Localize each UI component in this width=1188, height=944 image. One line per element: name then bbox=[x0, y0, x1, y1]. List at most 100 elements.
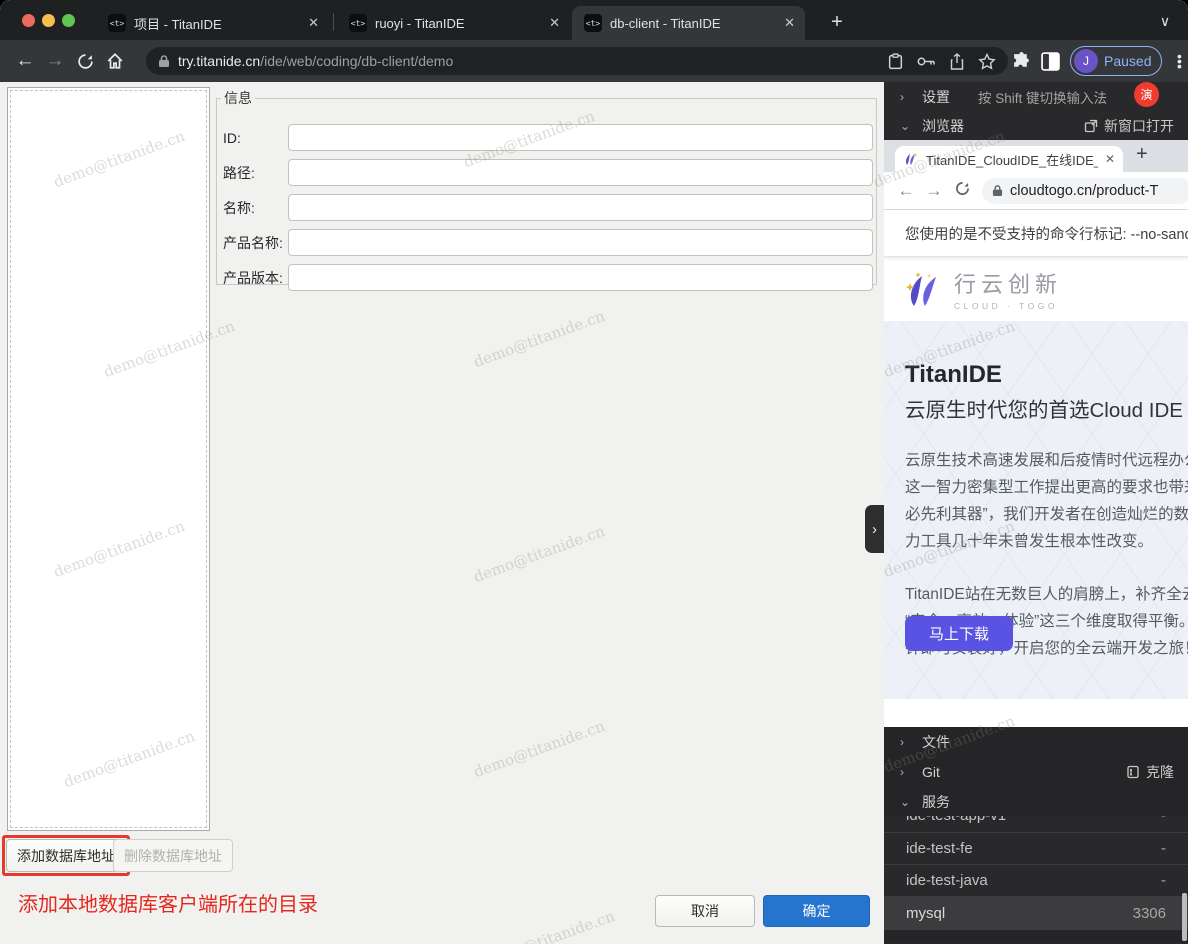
inner-back-button[interactable]: ← bbox=[892, 181, 920, 201]
password-key-icon[interactable] bbox=[917, 56, 936, 67]
chevron-down-icon: ⌄ bbox=[900, 795, 922, 809]
tab-title: 项目 - TitanIDE bbox=[134, 14, 300, 33]
browser-menu-icon[interactable]: ••• bbox=[1172, 54, 1186, 69]
git-clone-icon bbox=[1126, 765, 1140, 779]
browser-toolbar: ← → try.titanide.cn/ide/web/coding/db-cl… bbox=[0, 40, 1188, 82]
files-section-header[interactable]: › 文件 bbox=[884, 727, 1188, 757]
back-button[interactable]: ← bbox=[10, 46, 40, 76]
hero-title: TitanIDE bbox=[905, 361, 1188, 389]
name-input[interactable] bbox=[288, 194, 873, 221]
database-address-list[interactable] bbox=[7, 87, 210, 831]
service-port: - bbox=[1161, 840, 1166, 857]
sidebar-collapse-handle[interactable]: › bbox=[865, 505, 884, 553]
tab-close-icon[interactable]: ✕ bbox=[308, 15, 319, 31]
logo-cn-text: 行云创新 bbox=[954, 267, 1062, 299]
service-name: ide-test-app-v1 bbox=[906, 816, 1006, 824]
inner-browser-tabstrip: TitanIDE_CloudIDE_在线IDE_ ✕ + bbox=[884, 140, 1188, 172]
tab-close-icon[interactable]: ✕ bbox=[784, 15, 795, 31]
cloudtogo-favicon bbox=[903, 152, 919, 166]
tab-strip: <t> 项目 - TitanIDE ✕ <t> ruoyi - TitanIDE… bbox=[0, 0, 1188, 40]
address-bar[interactable]: try.titanide.cn/ide/web/coding/db-client… bbox=[146, 47, 1008, 75]
tab-title: ruoyi - TitanIDE bbox=[375, 16, 541, 31]
cancel-button[interactable]: 取消 bbox=[655, 895, 755, 927]
git-clone-label: 克隆 bbox=[1146, 762, 1174, 782]
inner-browser-tab[interactable]: TitanIDE_CloudIDE_在线IDE_ ✕ bbox=[895, 146, 1123, 172]
open-new-window-button[interactable]: 新窗口打开 bbox=[1084, 116, 1174, 136]
profile-avatar: J bbox=[1074, 49, 1098, 73]
path-input[interactable] bbox=[288, 159, 873, 186]
settings-section-header[interactable]: › 设置 按 Shift 键切换输入法 演 bbox=[884, 82, 1188, 111]
scrollbar-thumb[interactable] bbox=[1182, 893, 1187, 941]
tab-db-client-active[interactable]: <t> db-client - TitanIDE ✕ bbox=[572, 6, 805, 40]
logo-en-text: CLOUD · TOGO bbox=[954, 301, 1062, 311]
side-panel-icon[interactable] bbox=[1041, 52, 1060, 71]
service-row[interactable]: ide-test-fe - bbox=[884, 832, 1188, 864]
inner-new-tab-button[interactable]: + bbox=[1136, 143, 1148, 166]
tab-search-chevron-icon[interactable]: ∨ bbox=[1152, 8, 1178, 34]
lock-icon bbox=[158, 54, 170, 68]
tab-project[interactable]: <t> 项目 - TitanIDE ✕ bbox=[96, 6, 329, 40]
info-legend: 信息 bbox=[221, 88, 255, 108]
delete-database-address-button[interactable]: 删除数据库地址 bbox=[113, 839, 233, 872]
forward-button[interactable]: → bbox=[40, 46, 70, 76]
page-gap bbox=[884, 699, 1188, 727]
url-path: /ide/web/coding/db-client/demo bbox=[260, 53, 453, 69]
service-name: mysql bbox=[906, 905, 945, 922]
ime-hint-text: 按 Shift 键切换输入法 bbox=[978, 87, 1107, 107]
id-input[interactable] bbox=[288, 124, 873, 151]
sandbox-warning-bar: 您使用的是不受支持的命令行标记: --no-sand bbox=[884, 210, 1188, 257]
db-client-page: 信息 ID: 路径: 名称: 产品名称: 产品版本: 添加数据库地址 删除数据库… bbox=[0, 82, 884, 944]
git-label: Git bbox=[922, 764, 940, 780]
service-list: ide-test-app-v1 - ide-test-fe - ide-test… bbox=[884, 816, 1188, 930]
inner-address-bar[interactable]: cloudtogo.cn/product-T bbox=[982, 178, 1188, 204]
minimize-window-button[interactable] bbox=[42, 14, 55, 27]
product-name-label: 产品名称: bbox=[223, 233, 288, 253]
inner-tab-close-icon[interactable]: ✕ bbox=[1105, 152, 1115, 166]
ok-button[interactable]: 确定 bbox=[763, 895, 870, 927]
open-new-window-label: 新窗口打开 bbox=[1104, 116, 1174, 136]
demo-badge[interactable]: 演 bbox=[1134, 82, 1159, 107]
product-version-input[interactable] bbox=[288, 264, 873, 291]
close-window-button[interactable] bbox=[22, 14, 35, 27]
add-database-address-button[interactable]: 添加数据库地址 bbox=[6, 839, 126, 872]
product-version-label: 产品版本: bbox=[223, 268, 288, 288]
services-section-header[interactable]: ⌄ 服务 bbox=[884, 787, 1188, 816]
ide-panels: › 文件 › Git 克隆 ⌄ 服务 ide-test-app-v1 bbox=[884, 727, 1188, 943]
extensions-puzzle-icon[interactable] bbox=[1012, 52, 1031, 71]
home-button[interactable] bbox=[100, 46, 130, 76]
clipboard-icon[interactable] bbox=[888, 53, 903, 70]
browser-section-header[interactable]: ⌄ 浏览器 新窗口打开 bbox=[884, 111, 1188, 140]
zoom-window-button[interactable] bbox=[62, 14, 75, 27]
chevron-down-icon: ⌄ bbox=[900, 119, 922, 133]
inner-forward-button[interactable]: → bbox=[920, 181, 948, 201]
service-row[interactable]: ide-test-java - bbox=[884, 864, 1188, 896]
tab-title: db-client - TitanIDE bbox=[610, 16, 776, 31]
cloudtogo-hero: TitanIDE 云原生时代您的首选Cloud IDE 云原生技术高速发展和后疫… bbox=[884, 321, 1188, 699]
reload-button[interactable] bbox=[70, 46, 100, 76]
git-section-header[interactable]: › Git 克隆 bbox=[884, 757, 1188, 787]
info-fieldset: 信息 ID: 路径: 名称: 产品名称: 产品版本: bbox=[216, 88, 877, 285]
share-icon[interactable] bbox=[950, 53, 964, 70]
inner-reload-button[interactable] bbox=[948, 181, 976, 201]
bookmark-star-icon[interactable] bbox=[978, 53, 996, 70]
profile-button[interactable]: J Paused bbox=[1070, 46, 1162, 76]
name-label: 名称: bbox=[223, 198, 288, 218]
id-label: ID: bbox=[223, 130, 288, 146]
download-button[interactable]: 马上下载 bbox=[905, 616, 1013, 651]
service-name: ide-test-fe bbox=[906, 840, 973, 857]
tab-close-icon[interactable]: ✕ bbox=[549, 15, 560, 31]
inner-url: cloudtogo.cn/product-T bbox=[1010, 183, 1158, 199]
hero-paragraph-1: 云原生技术高速发展和后疫情时代远程办公等新 这一智力密集型工作提出更高的要求也带… bbox=[905, 447, 1188, 555]
new-tab-button[interactable]: + bbox=[824, 10, 850, 36]
product-name-input[interactable] bbox=[288, 229, 873, 256]
path-label: 路径: bbox=[223, 163, 288, 183]
service-port: - bbox=[1161, 872, 1166, 889]
service-row-mysql[interactable]: mysql 3306 bbox=[884, 896, 1188, 930]
titanide-favicon: <t> bbox=[349, 14, 367, 32]
titanide-favicon: <t> bbox=[584, 14, 602, 32]
service-row-clipped[interactable]: ide-test-app-v1 - bbox=[884, 816, 1188, 832]
list-inner-border bbox=[10, 90, 207, 828]
files-label: 文件 bbox=[922, 732, 950, 752]
git-clone-button[interactable]: 克隆 bbox=[1126, 762, 1174, 782]
tab-ruoyi[interactable]: <t> ruoyi - TitanIDE ✕ bbox=[337, 6, 570, 40]
